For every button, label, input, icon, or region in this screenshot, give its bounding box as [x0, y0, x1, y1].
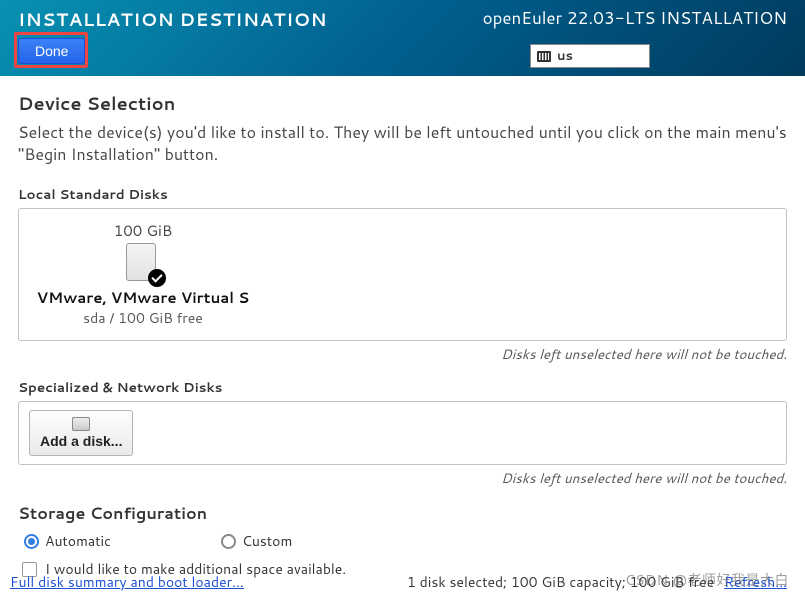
radio-icon	[221, 534, 236, 549]
local-disks-heading: Local Standard Disks	[18, 185, 787, 204]
done-button[interactable]: Done	[18, 38, 85, 64]
radio-custom[interactable]: Custom	[221, 531, 292, 551]
disk-summary-link[interactable]: Full disk summary and boot loader...	[10, 572, 244, 592]
footer-status: 1 disk selected; 100 GiB capacity; 100 G…	[407, 572, 714, 592]
local-disks-pane: 100 GiB VMware, VMware Virtual S sda / 1…	[18, 208, 787, 341]
disk-subinfo: sda / 100 GiB free	[83, 308, 203, 328]
page-title: INSTALLATION DESTINATION	[18, 6, 327, 32]
network-disks-pane: Add a disk...	[18, 401, 787, 465]
network-disks-hint: Disks left unselected here will not be t…	[18, 469, 787, 488]
disk-item[interactable]: 100 GiB VMware, VMware Virtual S sda / 1…	[33, 220, 253, 328]
refresh-link[interactable]: Refresh...	[724, 572, 787, 592]
installer-header: INSTALLATION DESTINATION openEuler 22.03…	[0, 0, 805, 76]
keyboard-layout-selector[interactable]: us	[530, 44, 650, 68]
device-selection-heading: Device Selection	[18, 90, 787, 116]
keyboard-icon	[537, 51, 551, 62]
network-disks-heading: Specialized & Network Disks	[18, 378, 787, 397]
check-icon	[148, 269, 166, 287]
add-disk-button[interactable]: Add a disk...	[29, 410, 133, 456]
add-disk-label: Add a disk...	[40, 433, 122, 449]
disk-plus-icon	[72, 417, 90, 431]
radio-label: Automatic	[45, 531, 111, 551]
distro-title: openEuler 22.03-LTS INSTALLATION	[483, 6, 787, 30]
radio-icon	[24, 534, 39, 549]
storage-config-heading: Storage Configuration	[18, 502, 787, 525]
device-selection-intro: Select the device(s) you'd like to insta…	[18, 122, 787, 165]
disk-name: VMware, VMware Virtual S	[37, 287, 250, 308]
local-disks-hint: Disks left unselected here will not be t…	[18, 345, 787, 364]
radio-label: Custom	[242, 531, 292, 551]
footer-bar: Full disk summary and boot loader... 1 d…	[0, 564, 805, 604]
disk-size: 100 GiB	[114, 220, 173, 241]
keyboard-layout-label: us	[557, 47, 573, 65]
radio-automatic[interactable]: Automatic	[24, 531, 111, 551]
